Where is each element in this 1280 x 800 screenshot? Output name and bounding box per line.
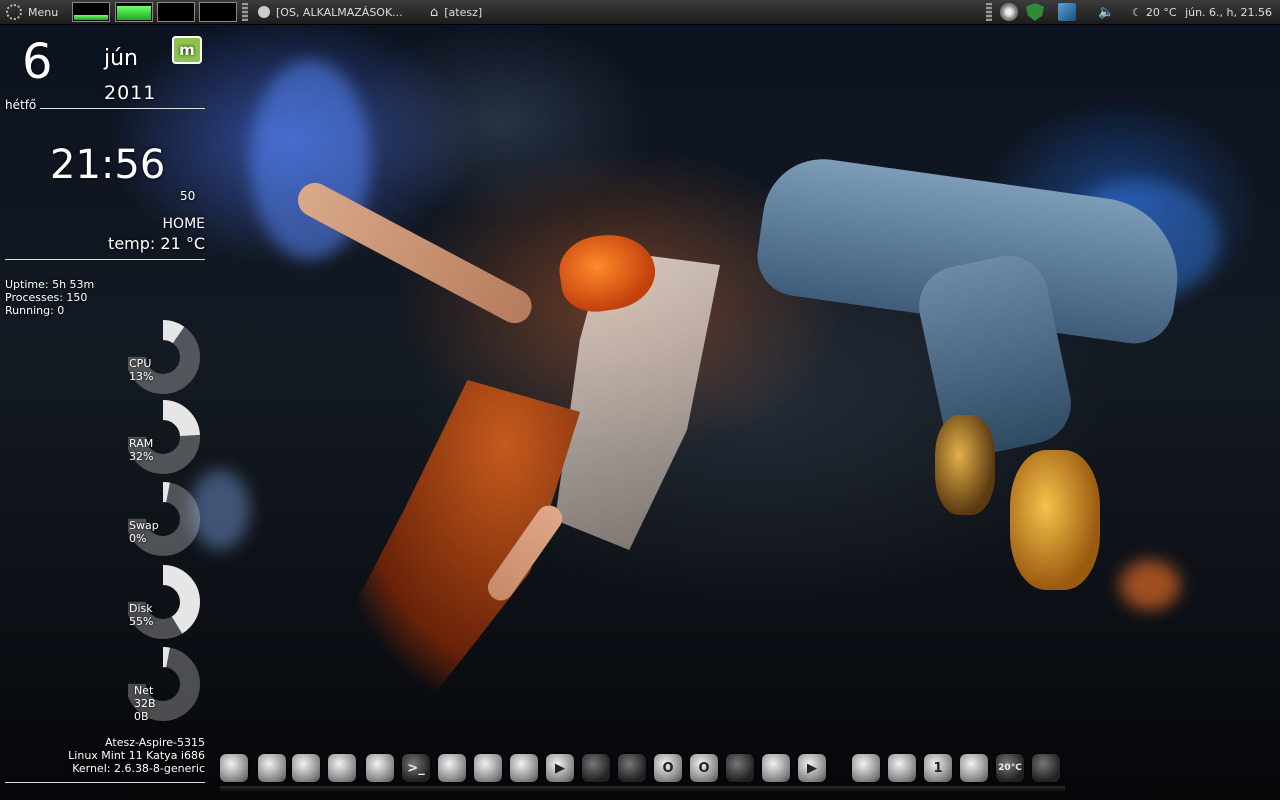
- cpu-monitor-fill: [74, 15, 108, 20]
- ubuntu-one-icon[interactable]: [960, 754, 988, 782]
- remove-icon[interactable]: [366, 754, 394, 782]
- location-label: HOME: [162, 216, 205, 232]
- pen-icon[interactable]: [582, 754, 610, 782]
- temperature: temp: 21 °C: [108, 234, 205, 253]
- home-label: [atesz]: [444, 5, 483, 19]
- gauge-name: CPU: [129, 357, 152, 370]
- workspace-icon[interactable]: 1: [924, 754, 952, 782]
- kernel-version: Kernel: 2.6.38-8-generic: [72, 762, 205, 775]
- dock-icon-glyph: O: [662, 760, 674, 776]
- month-name: jún: [104, 46, 138, 71]
- dock-reflection: [220, 786, 1065, 792]
- swap-monitor[interactable]: [157, 2, 195, 22]
- divider: [5, 782, 205, 783]
- gauge-value: 0%: [129, 532, 147, 545]
- panel-handle[interactable]: [242, 3, 248, 21]
- network-monitor[interactable]: [199, 2, 237, 22]
- os-version: Linux Mint 11 Katya i686: [68, 749, 205, 762]
- cpu-gauge-label: CPU 13%: [129, 357, 153, 383]
- home-icon: ⌂: [430, 4, 439, 20]
- dock-icon-glyph: 1: [933, 760, 943, 776]
- terminal-icon[interactable]: >_: [402, 754, 430, 782]
- net-gauge-label: Net 32B 0B: [134, 684, 156, 723]
- chat-icon[interactable]: [762, 754, 790, 782]
- weather-temp: 20 °C: [1145, 5, 1177, 19]
- gauge-name: Disk: [129, 602, 153, 615]
- shield-icon[interactable]: [1026, 3, 1044, 21]
- clock-time: 21:56: [50, 142, 166, 188]
- running: Running: 0: [5, 304, 65, 317]
- year: 2011: [104, 82, 157, 104]
- swap-gauge-label: Swap 0%: [129, 519, 159, 545]
- video-editor-icon[interactable]: [510, 754, 538, 782]
- uptime: Uptime: 5h 53m: [5, 278, 95, 291]
- gauge-value-secondary: 0B: [134, 710, 149, 723]
- memory-monitor[interactable]: [115, 2, 153, 22]
- dancer-shoe: [935, 415, 995, 515]
- opera-icon[interactable]: O: [654, 754, 682, 782]
- memory-monitor-fill: [117, 6, 151, 20]
- dock-icon-glyph: O: [698, 760, 710, 776]
- network-icon[interactable]: [1058, 3, 1076, 21]
- window-button[interactable]: [OS, ALKALMAZÁSOK...: [258, 0, 403, 24]
- firefox-icon[interactable]: [474, 754, 502, 782]
- dock: >_ ▶ O O ▶ 1 20°C: [220, 754, 1065, 792]
- opera-next-icon[interactable]: O: [690, 754, 718, 782]
- dock-icon-glyph: >_: [407, 760, 425, 776]
- settings-icon[interactable]: [328, 754, 356, 782]
- gauge-name: Swap: [129, 519, 159, 532]
- weather-applet[interactable]: ☾ 20 °C: [1132, 0, 1177, 24]
- conky-widget: 6 jún m 2011 hétfő 21:56 50 HOME temp: 2…: [0, 24, 210, 800]
- gauge-value: 32%: [129, 450, 154, 463]
- gear-icon: [6, 4, 22, 20]
- thunderbird-icon[interactable]: [618, 754, 646, 782]
- gauge-value: 13%: [129, 370, 154, 383]
- ram-gauge-label: RAM 32%: [129, 437, 153, 463]
- clock-seconds: 50: [180, 189, 196, 203]
- hostname: Atesz-Aspire-5315: [105, 736, 205, 749]
- gauge-value: 55%: [129, 615, 154, 628]
- divider: [40, 108, 205, 109]
- cpu-monitor[interactable]: [72, 2, 110, 22]
- dock-icon-glyph: ▶: [807, 760, 817, 776]
- linux-mint-logo-icon: m: [172, 36, 202, 64]
- gimp-icon[interactable]: [220, 754, 248, 782]
- browser-icon[interactable]: [726, 754, 754, 782]
- day-number: 6: [22, 34, 53, 90]
- menu-label: Menu: [28, 5, 59, 19]
- aperture-icon[interactable]: [1000, 3, 1018, 21]
- package-manager-icon[interactable]: [292, 754, 320, 782]
- panel-handle[interactable]: [986, 3, 992, 21]
- play-icon[interactable]: ▶: [546, 754, 574, 782]
- opera-icon: [258, 6, 270, 18]
- gauge-value: 32B: [134, 697, 156, 710]
- processes: Processes: 150: [5, 291, 88, 304]
- power-icon[interactable]: [1032, 754, 1060, 782]
- gauge-name: Net: [134, 684, 154, 697]
- panel-clock[interactable]: jún. 6., h, 21.56: [1185, 0, 1272, 24]
- volume-icon[interactable]: 🔈: [1098, 0, 1114, 24]
- text-editor-icon[interactable]: [258, 754, 286, 782]
- media-player-icon[interactable]: ▶: [798, 754, 826, 782]
- gauge-name: RAM: [129, 437, 154, 450]
- disk-gauge-label: Disk 55%: [129, 602, 153, 628]
- menu-button[interactable]: Menu: [6, 0, 58, 24]
- orange-glow: [1120, 560, 1180, 610]
- weather-icon[interactable]: 20°C: [996, 754, 1024, 782]
- home-folder-button[interactable]: ⌂ [atesz]: [430, 0, 482, 24]
- dancer-shoe: [1010, 450, 1100, 590]
- search-icon[interactable]: [852, 754, 880, 782]
- document-icon[interactable]: [888, 754, 916, 782]
- aperture-icon[interactable]: [438, 754, 466, 782]
- dock-icon-glyph: 20°C: [998, 763, 1022, 773]
- dock-icon-glyph: ▶: [555, 760, 565, 776]
- moon-icon: ☾: [1132, 5, 1142, 19]
- divider: [5, 259, 205, 260]
- weekday: hétfő: [5, 98, 37, 112]
- window-title: [OS, ALKALMAZÁSOK...: [276, 5, 403, 19]
- top-panel: Menu [OS, ALKALMAZÁSOK... ⌂ [atesz] 🔈 ☾ …: [0, 0, 1280, 25]
